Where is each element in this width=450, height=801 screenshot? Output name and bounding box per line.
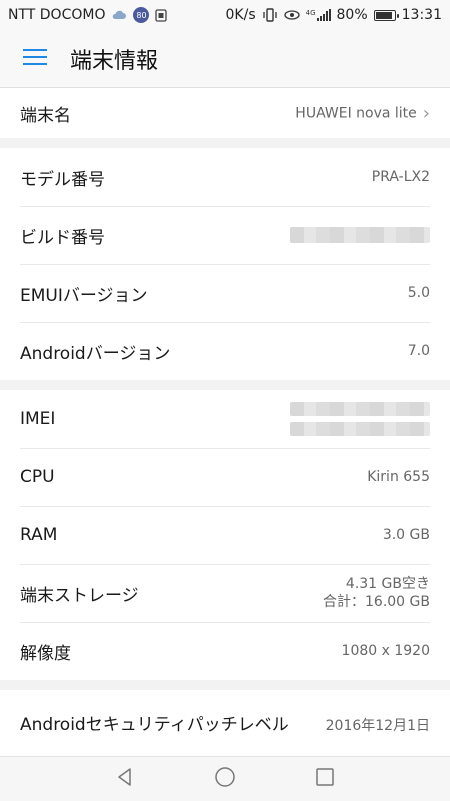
vibrate-icon xyxy=(262,8,278,22)
cloud-icon xyxy=(111,10,127,20)
section-divider xyxy=(0,680,450,690)
row-label: IMEI xyxy=(20,409,56,429)
network-type: 4G xyxy=(305,9,316,17)
cpu-value: Kirin 655 xyxy=(367,469,430,485)
storage-free: 4.31 GB空き xyxy=(345,576,430,592)
row-label: モデル番号 xyxy=(20,169,105,190)
android-version-row[interactable]: Androidバージョン 7.0 xyxy=(0,322,450,380)
back-triangle-icon xyxy=(115,767,135,791)
eye-comfort-icon xyxy=(283,10,300,20)
clock: 13:31 xyxy=(401,7,442,23)
imei-row[interactable]: IMEI xyxy=(0,390,450,448)
resolution-value: 1080 x 1920 xyxy=(341,643,430,659)
storage-value: 4.31 GB空き 合計：16.00 GB xyxy=(323,575,430,611)
row-label: Androidバージョン xyxy=(20,343,171,364)
sim-icon xyxy=(155,8,168,22)
battery-percent: 80% xyxy=(336,7,368,23)
device-name-row[interactable]: 端末名 HUAWEI nova lite › xyxy=(0,88,450,138)
ram-row[interactable]: RAM 3.0 GB xyxy=(0,506,450,564)
section-divider xyxy=(0,138,450,148)
signal-icon: 4G xyxy=(306,9,331,21)
build-number-row[interactable]: ビルド番号 xyxy=(0,206,450,264)
recents-button[interactable] xyxy=(310,764,340,794)
imei-redacted xyxy=(290,402,430,436)
emui-version-row[interactable]: EMUIバージョン 5.0 xyxy=(0,264,450,322)
settings-list: 端末名 HUAWEI nova lite › モデル番号 PRA-LX2 ビルド番… xyxy=(0,88,450,756)
battery-icon xyxy=(373,9,399,21)
section-device-name: 端末名 HUAWEI nova lite › xyxy=(0,88,450,138)
navigation-bar xyxy=(0,756,450,801)
android-version-value: 7.0 xyxy=(407,343,430,359)
row-label: CPU xyxy=(20,467,55,487)
storage-total: 合計：16.00 GB xyxy=(323,594,430,610)
emui-version-value: 5.0 xyxy=(407,285,430,301)
recents-square-icon xyxy=(315,767,335,791)
home-button[interactable] xyxy=(210,764,240,794)
storage-row[interactable]: 端末ストレージ 4.31 GB空き 合計：16.00 GB xyxy=(0,564,450,622)
imei-redacted-line xyxy=(290,402,430,416)
page-title: 端末情報 xyxy=(70,48,159,74)
status-bar: NTT DOCOMO 80 0K/s 4G 80% 13:31 xyxy=(0,0,450,30)
home-circle-icon xyxy=(214,766,236,792)
row-label: 端末名 xyxy=(20,105,71,126)
row-label: 端末ストレージ xyxy=(20,585,139,606)
row-label: Androidセキュリティパッチレベル xyxy=(20,715,289,735)
row-label: EMUIバージョン xyxy=(20,285,148,306)
cpu-row[interactable]: CPU Kirin 655 xyxy=(0,448,450,506)
device-name-value: HUAWEI nova lite xyxy=(295,105,417,121)
imei-redacted-line xyxy=(290,422,430,436)
notification-badge: 80 xyxy=(133,7,150,23)
section-software: モデル番号 PRA-LX2 ビルド番号 EMUIバージョン 5.0 Androi… xyxy=(0,148,450,380)
build-number-redacted xyxy=(290,227,430,243)
chevron-right-icon: › xyxy=(422,102,430,124)
model-number-row[interactable]: モデル番号 PRA-LX2 xyxy=(0,148,450,206)
security-patch-value: 2016年12月1日 xyxy=(325,718,430,734)
section-hardware: IMEI CPU Kirin 655 RAM 3.0 GB 端末ストレージ 4.… xyxy=(0,390,450,680)
section-security: Androidセキュリティパッチレベル 2016年12月1日 xyxy=(0,690,450,756)
ram-value: 3.0 GB xyxy=(382,527,430,543)
menu-button[interactable] xyxy=(0,30,70,88)
back-button[interactable] xyxy=(110,764,140,794)
section-divider xyxy=(0,380,450,390)
app-bar: 端末情報 xyxy=(0,30,450,88)
resolution-row[interactable]: 解像度 1080 x 1920 xyxy=(0,622,450,680)
row-label: RAM xyxy=(20,525,58,545)
model-number-value: PRA-LX2 xyxy=(371,169,430,185)
hamburger-icon xyxy=(23,48,47,70)
security-patch-row[interactable]: Androidセキュリティパッチレベル 2016年12月1日 xyxy=(0,690,450,756)
row-label: ビルド番号 xyxy=(20,227,105,248)
row-label: 解像度 xyxy=(20,643,71,664)
carrier-name: NTT DOCOMO xyxy=(8,7,106,23)
network-speed: 0K/s xyxy=(225,7,256,23)
